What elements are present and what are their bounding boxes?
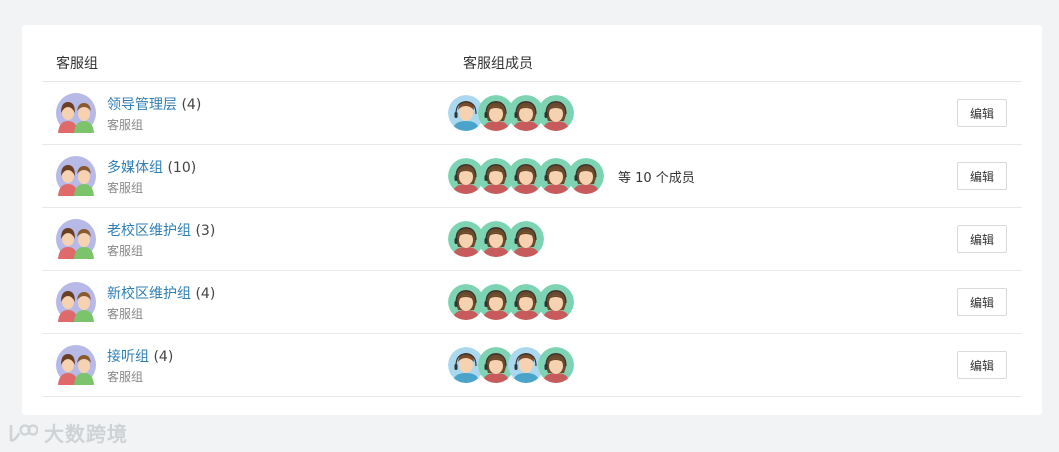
column-header-members: 客服组成员: [463, 56, 533, 72]
member-avatar-female-icon[interactable]: [538, 284, 574, 320]
edit-button[interactable]: 编辑: [957, 351, 1007, 379]
table-row: 多媒体组 (10) 客服组 等 10 个成员 编辑: [42, 145, 1022, 208]
group-count: (4): [181, 97, 202, 113]
groups-card: 客服组 客服组成员 领导管理层 (4) 客服组 编辑 多媒体组 (10) 客服组: [22, 25, 1042, 415]
edit-button[interactable]: 编辑: [957, 288, 1007, 316]
group-count: (4): [153, 349, 174, 365]
group-avatar-icon: [56, 219, 96, 259]
group-type: 客服组: [107, 118, 144, 132]
group-title: 新校区维护组 (4): [107, 283, 215, 303]
member-avatars: [448, 347, 574, 383]
group-name-link[interactable]: 接听组: [107, 349, 149, 365]
member-avatars: [448, 284, 574, 320]
watermark-logo-icon: [9, 423, 38, 442]
column-header-group: 客服组: [56, 56, 98, 72]
table-row: 老校区维护组 (3) 客服组 编辑: [42, 208, 1022, 271]
edit-button[interactable]: 编辑: [957, 225, 1007, 253]
group-type: 客服组: [107, 181, 144, 195]
member-avatar-female-icon[interactable]: [508, 221, 544, 257]
group-name-link[interactable]: 领导管理层: [107, 97, 177, 113]
group-type: 客服组: [107, 244, 144, 258]
member-avatar-female-icon[interactable]: [538, 347, 574, 383]
member-avatars: [448, 95, 574, 131]
group-avatar-icon: [56, 345, 96, 385]
group-type: 客服组: [107, 307, 144, 321]
table-header: 客服组 客服组成员: [42, 25, 1022, 82]
group-type: 客服组: [107, 370, 144, 384]
group-name-link[interactable]: 老校区维护组: [107, 223, 191, 239]
edit-button[interactable]: 编辑: [957, 162, 1007, 190]
group-title: 领导管理层 (4): [107, 94, 201, 114]
table-row: 领导管理层 (4) 客服组 编辑: [42, 82, 1022, 145]
group-count: (4): [195, 286, 216, 302]
group-avatar-icon: [56, 156, 96, 196]
watermark: 大数跨境: [8, 418, 128, 447]
group-title: 接听组 (4): [107, 346, 173, 366]
group-count: (3): [195, 223, 216, 239]
group-title: 多媒体组 (10): [107, 157, 196, 177]
group-name-link[interactable]: 新校区维护组: [107, 286, 191, 302]
group-avatar-icon: [56, 93, 96, 133]
group-title: 老校区维护组 (3): [107, 220, 215, 240]
group-count: (10): [167, 160, 197, 176]
group-avatar-icon: [56, 282, 96, 322]
table-row: 接听组 (4) 客服组 编辑: [42, 334, 1022, 397]
member-avatar-female-icon[interactable]: [568, 158, 604, 194]
table-row: 新校区维护组 (4) 客服组 编辑: [42, 271, 1022, 334]
member-avatars: 等 10 个成员: [448, 158, 695, 194]
group-name-link[interactable]: 多媒体组: [107, 160, 163, 176]
member-avatars: [448, 221, 544, 257]
group-list: 领导管理层 (4) 客服组 编辑 多媒体组 (10) 客服组 等 10 个成员 …: [42, 82, 1022, 397]
more-members-text: 等 10 个成员: [618, 170, 695, 186]
member-avatar-female-icon[interactable]: [538, 95, 574, 131]
edit-button[interactable]: 编辑: [957, 99, 1007, 127]
watermark-text: 大数跨境: [44, 422, 128, 446]
